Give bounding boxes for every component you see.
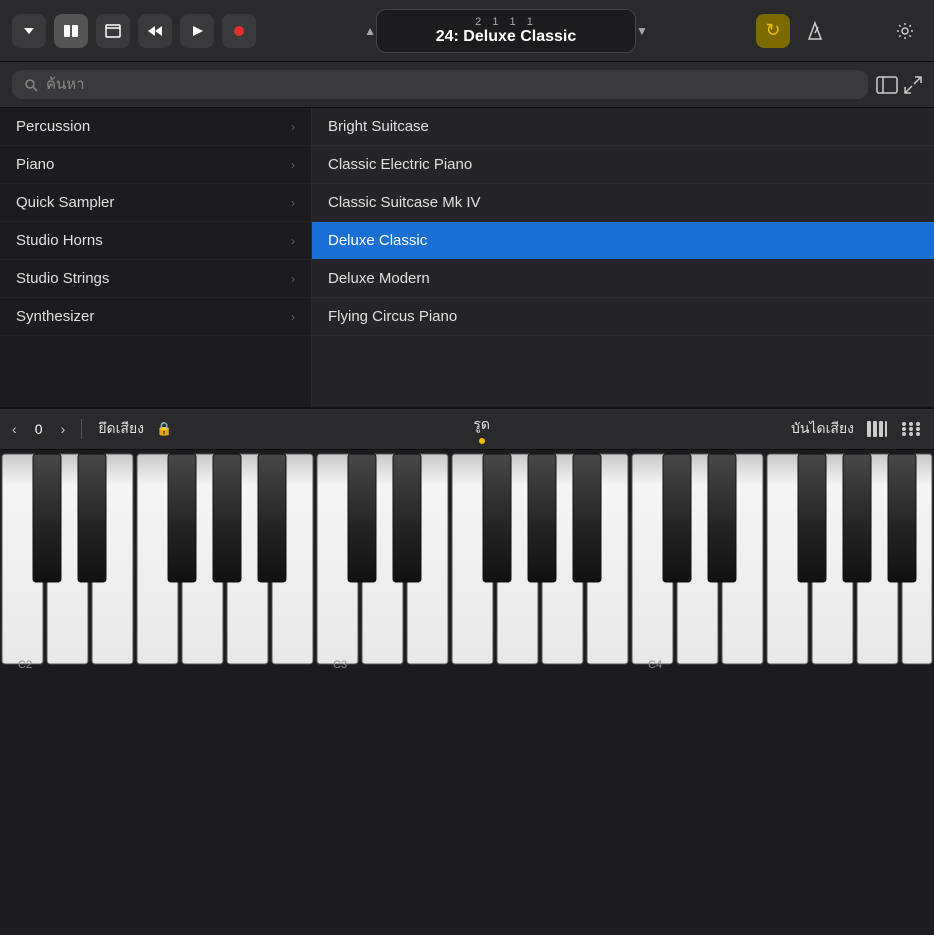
window-button[interactable] [96, 14, 130, 48]
metronome-button[interactable] [798, 14, 832, 48]
black-key-as3[interactable] [573, 454, 601, 582]
chevron-right-icon: › [291, 310, 295, 324]
black-key-ds4[interactable] [708, 454, 736, 582]
search-icon [24, 78, 38, 92]
black-key-ds2[interactable] [78, 454, 106, 582]
black-key-ds3[interactable] [393, 454, 421, 582]
chevron-right-icon: › [291, 234, 295, 248]
right-panel-item-classic-electric-piano[interactable]: Classic Electric Piano [312, 146, 934, 184]
left-panel-item-studio-horns[interactable]: Studio Horns › [0, 222, 311, 260]
c3-label: C3 [333, 659, 347, 670]
c4-label: C4 [648, 659, 662, 670]
right-panel-item-flying-circus[interactable]: Flying Circus Piano [312, 298, 934, 336]
next-button[interactable]: › [61, 421, 66, 437]
right-item-label: Deluxe Modern [328, 270, 430, 287]
top-bar: ▲ 2 1 1 1 24: Deluxe Classic ▼ ↻ [0, 0, 934, 62]
preset-position: 2 1 1 1 [475, 16, 537, 28]
prev-button[interactable]: ‹ [12, 421, 17, 437]
hold-label: ยึดเสียง [98, 418, 144, 440]
right-item-label: Classic Suitcase Mk IV [328, 194, 481, 211]
dropdown-button[interactable] [12, 14, 46, 48]
rewind-button[interactable] [138, 14, 172, 48]
black-key-cs4[interactable] [663, 454, 691, 582]
white-keys[interactable] [2, 454, 932, 664]
dots-button[interactable] [900, 420, 922, 438]
black-key-gs4[interactable] [843, 454, 871, 582]
chevron-right-icon: › [291, 272, 295, 286]
library-button[interactable] [54, 14, 88, 48]
preset-next-button[interactable]: ▼ [636, 25, 648, 37]
black-key-fs3[interactable] [483, 454, 511, 582]
c2-label: C2 [18, 659, 32, 670]
transport-controls [12, 14, 256, 48]
chevron-right-icon: › [291, 120, 295, 134]
main-content: Percussion › Piano › Quick Sampler › Stu… [0, 108, 934, 408]
record-button[interactable] [222, 14, 256, 48]
search-input[interactable] [46, 76, 856, 93]
left-panel-item-studio-strings[interactable]: Studio Strings › [0, 260, 311, 298]
search-input-wrapper[interactable] [12, 70, 868, 99]
bottom-controls: ‹ 0 › ยึดเสียง 🔒 รูด บันไดเสียง [0, 408, 934, 450]
search-view-options [876, 76, 922, 94]
black-key-gs2[interactable] [213, 454, 241, 582]
preset-name: 24: Deluxe Classic [436, 28, 577, 46]
left-item-label: Piano [16, 156, 54, 173]
list-view-button[interactable] [876, 76, 898, 94]
black-key-gs3[interactable] [528, 454, 556, 582]
top-bar-right: ↻ [756, 14, 922, 48]
transport-center: ▲ 2 1 1 1 24: Deluxe Classic ▼ [266, 9, 746, 53]
left-panel: Percussion › Piano › Quick Sampler › Stu… [0, 108, 312, 407]
black-key-as2[interactable] [258, 454, 286, 582]
left-panel-item-piano[interactable]: Piano › [0, 146, 311, 184]
right-panel-item-deluxe-classic[interactable]: Deluxe Classic [312, 222, 934, 260]
play-button[interactable] [180, 14, 214, 48]
left-item-label: Studio Strings [16, 270, 109, 287]
left-panel-item-percussion[interactable]: Percussion › [0, 108, 311, 146]
grid-view-button[interactable] [866, 420, 888, 438]
right-panel-item-classic-suitcase[interactable]: Classic Suitcase Mk IV [312, 184, 934, 222]
left-panel-item-quick-sampler[interactable]: Quick Sampler › [0, 184, 311, 222]
settings-button[interactable] [888, 14, 922, 48]
right-panel-item-deluxe-modern[interactable]: Deluxe Modern [312, 260, 934, 298]
root-dot [479, 438, 485, 444]
piano-container: C2 C3 C4 [0, 450, 934, 935]
piano-keyboard-svg: C2 C3 C4 [0, 450, 934, 670]
left-item-label: Percussion [16, 118, 90, 135]
left-item-label: Studio Horns [16, 232, 103, 249]
black-key-fs4[interactable] [798, 454, 826, 582]
black-key-fs2[interactable] [168, 454, 196, 582]
right-panel-item-bright-suitcase[interactable]: Bright Suitcase [312, 108, 934, 146]
grid-icon [866, 420, 888, 438]
record-label: บันไดเสียง [791, 418, 854, 440]
black-key-cs2[interactable] [33, 454, 61, 582]
chevron-right-icon: › [291, 158, 295, 172]
dots-icon [900, 420, 922, 438]
left-item-label: Synthesizer [16, 308, 94, 325]
right-item-label: Flying Circus Piano [328, 308, 457, 325]
right-item-label: Deluxe Classic [328, 232, 427, 249]
left-panel-item-synthesizer[interactable]: Synthesizer › [0, 298, 311, 336]
chevron-right-icon: › [291, 196, 295, 210]
right-panel: Bright Suitcase Classic Electric Piano C… [312, 108, 934, 407]
octave-number: 0 [29, 421, 49, 437]
lock-icon: 🔒 [156, 421, 172, 437]
black-key-cs3[interactable] [348, 454, 376, 582]
preset-selector[interactable]: 2 1 1 1 24: Deluxe Classic [376, 9, 636, 53]
right-item-label: Classic Electric Piano [328, 156, 472, 173]
left-item-label: Quick Sampler [16, 194, 114, 211]
black-key-as4[interactable] [888, 454, 916, 582]
loop-icon: ↻ [765, 20, 780, 41]
preset-prev-button[interactable]: ▲ [364, 25, 376, 37]
search-bar [0, 62, 934, 108]
loop-button[interactable]: ↻ [756, 14, 790, 48]
root-label: รูด [473, 414, 490, 436]
right-item-label: Bright Suitcase [328, 118, 429, 135]
expand-button[interactable] [904, 76, 922, 94]
